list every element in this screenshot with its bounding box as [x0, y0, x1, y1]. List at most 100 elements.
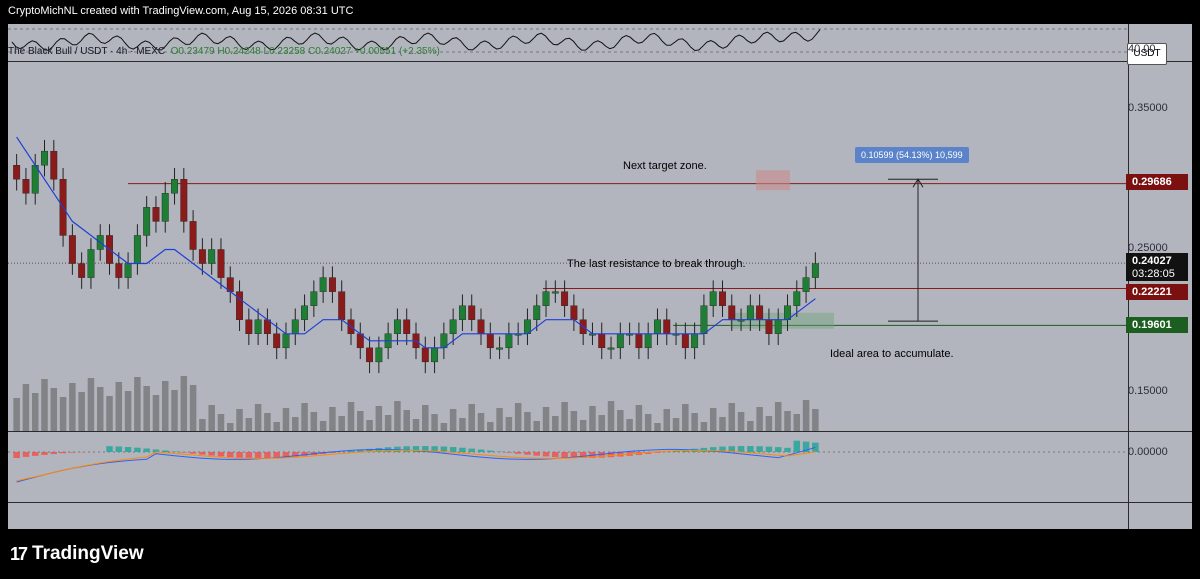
macd-histogram-bar: [793, 440, 801, 452]
candle-body: [161, 193, 169, 222]
volume-bar: [747, 421, 754, 431]
volume-bar: [189, 385, 197, 431]
candle-body: [654, 319, 661, 335]
volume-bar: [69, 383, 76, 431]
macd-histogram-bar: [552, 452, 559, 458]
target-zone-note: Next target zone.: [623, 160, 707, 172]
volume-bar: [106, 396, 113, 431]
volume-bar: [319, 421, 327, 431]
volume-bar: [292, 417, 299, 431]
candle-body: [366, 347, 374, 363]
candle-body: [78, 263, 86, 278]
chart-canvas[interactable]: [8, 24, 1192, 529]
volume-bar: [774, 402, 782, 431]
macd-histogram-bar: [50, 452, 58, 455]
volume-bar: [561, 402, 568, 431]
macd-histogram-bar: [124, 447, 132, 452]
candle-body: [551, 291, 559, 294]
ohlc-change: +0.00551 (+2.35%): [354, 46, 440, 57]
candle-body: [50, 150, 58, 180]
credit-bar: CryptoMichNL created with TradingView.co…: [0, 0, 1200, 24]
volume-bar: [208, 405, 215, 431]
candle-body: [152, 207, 160, 222]
volume-bar: [227, 423, 234, 431]
candle-body: [811, 263, 819, 278]
volume-bar: [793, 414, 801, 431]
candle-body: [431, 347, 439, 363]
volume-bar: [282, 408, 290, 431]
candle-body: [319, 277, 327, 292]
candle-body: [802, 277, 810, 292]
macd-histogram-bar: [542, 452, 550, 457]
macd-histogram-bar: [59, 452, 67, 454]
macd-histogram-bar: [69, 452, 76, 453]
macd-histogram-bar: [487, 450, 494, 452]
candle-body: [505, 333, 513, 349]
candle-body: [22, 179, 30, 194]
accumulation-zone-box: [730, 312, 834, 329]
volume-bar: [347, 402, 355, 431]
macd-histogram-bar: [747, 446, 754, 452]
symbol-ohlc-line: The Black Bull / USDT · 4h · MEXC O0.234…: [8, 46, 440, 57]
volume-bar: [180, 376, 188, 431]
candle-body: [143, 207, 151, 236]
macd-histogram-bar: [41, 452, 48, 455]
macd-histogram-bar: [477, 449, 485, 452]
volume-bar: [728, 403, 736, 431]
volume-bar: [524, 412, 531, 431]
macd-histogram-bar: [505, 452, 513, 453]
volume-bar: [41, 379, 48, 431]
candle-body: [171, 179, 178, 194]
macd-histogram-bar: [514, 452, 522, 454]
volume-bar: [143, 386, 150, 431]
rsi-level-label: 40.00: [1128, 43, 1156, 55]
volume-bar: [366, 420, 373, 431]
ohlc-close: C0.24027: [308, 46, 352, 57]
volume-bar: [477, 413, 485, 431]
candle-body: [375, 347, 383, 363]
macd-histogram-bar: [273, 452, 280, 458]
candle-body: [310, 291, 318, 306]
macd-histogram-bar: [236, 452, 243, 458]
macd-histogram-bar: [449, 447, 457, 452]
candle-body: [245, 319, 253, 335]
candle-body: [765, 319, 773, 335]
macd-histogram-bar: [459, 447, 466, 452]
volume-bar: [570, 411, 578, 431]
macd-histogram-bar: [106, 446, 113, 452]
volume-bar: [654, 423, 661, 431]
macd-histogram-bar: [403, 446, 410, 452]
measure-label: 0.10599 (54.13%) 10,599: [855, 147, 969, 163]
volume-bar: [635, 405, 643, 431]
candle-body: [291, 319, 299, 335]
macd-histogram-bar: [774, 447, 782, 452]
candle-body: [68, 235, 76, 264]
volume-bar: [338, 416, 345, 431]
volume-bar: [13, 398, 20, 431]
volume-bar: [496, 408, 503, 431]
support-price-tag: 0.19601: [1126, 317, 1188, 333]
volume-bar: [403, 410, 410, 431]
volume-bar: [672, 418, 680, 431]
volume-bar: [50, 388, 58, 431]
volume-bar: [514, 403, 522, 431]
volume-bar: [394, 401, 401, 431]
accumulate-note: Ideal area to accumulate.: [830, 348, 954, 360]
macd-histogram-bar: [217, 452, 225, 457]
volume-bar: [78, 392, 85, 431]
candle-body: [756, 305, 764, 320]
candle-body: [180, 179, 188, 222]
macd-histogram-bar: [161, 450, 169, 452]
volume-bar: [784, 411, 791, 431]
volume-bar: [115, 382, 123, 431]
macd-line: [16, 446, 816, 483]
candle-body: [217, 249, 225, 278]
volume-bar: [301, 403, 308, 431]
volume-bar: [96, 387, 104, 431]
volume-bar: [171, 390, 178, 431]
candle-body: [87, 249, 95, 278]
volume-bar: [357, 411, 364, 431]
candle-body: [570, 305, 578, 320]
candle-body: [124, 263, 132, 278]
candle-body: [533, 305, 541, 320]
